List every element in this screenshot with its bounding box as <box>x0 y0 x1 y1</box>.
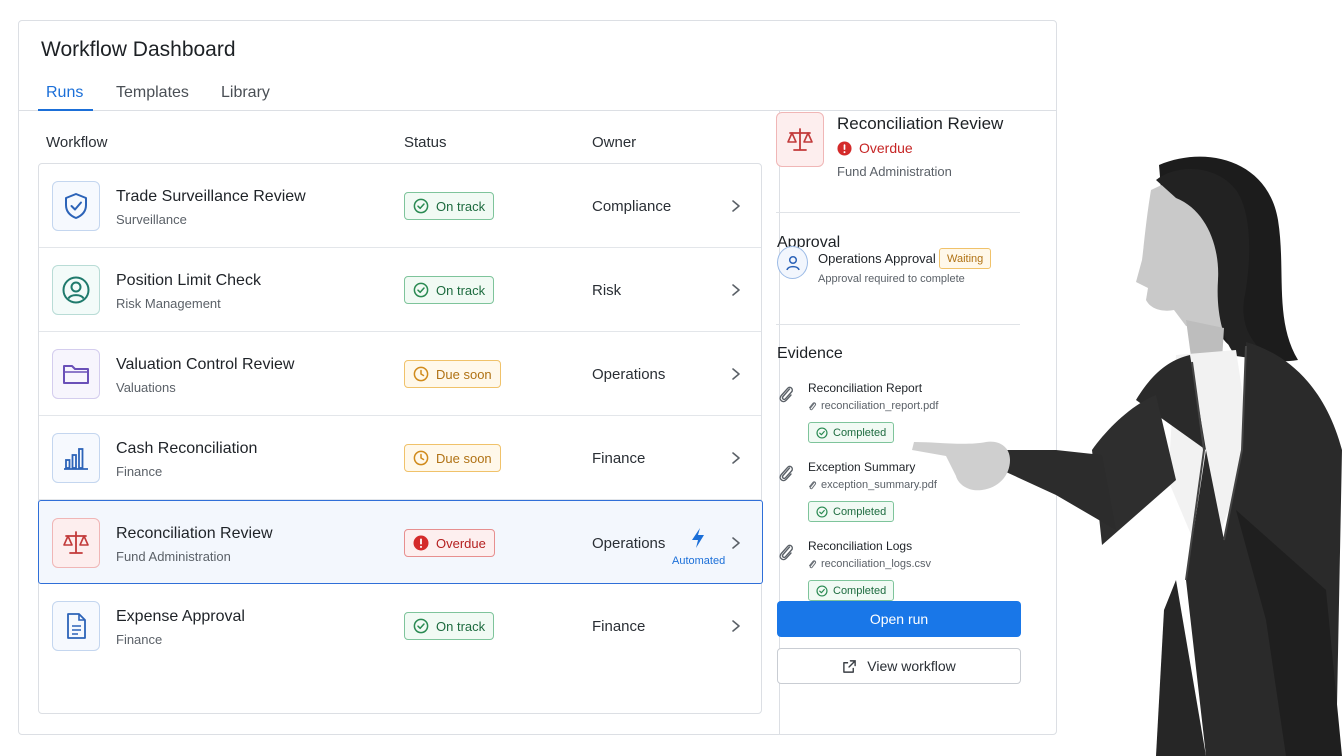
status-label: On track <box>436 282 486 298</box>
table-row[interactable]: Position Limit Check Risk Management On … <box>39 248 761 332</box>
user-icon <box>777 246 808 279</box>
completed-badge: Completed <box>808 422 895 443</box>
workflow-name: Reconciliation Review <box>116 525 273 542</box>
table-row-selected[interactable]: Reconciliation Review Fund Administratio… <box>38 500 763 584</box>
status-label: Due soon <box>436 450 492 466</box>
document-icon <box>52 601 100 651</box>
owner-label: Finance <box>592 450 646 467</box>
column-header-owner: Owner <box>592 134 637 151</box>
detail-status-label: Overdue <box>859 140 913 156</box>
table-row[interactable]: Cash Reconciliation Finance Due soon Fin… <box>39 416 761 500</box>
detail-status: Overdue <box>837 140 913 156</box>
completed-label: Completed <box>833 584 887 597</box>
check-circle-icon <box>413 198 429 214</box>
workflow-name: Expense Approval <box>116 608 245 625</box>
paperclip-icon <box>809 402 817 411</box>
workflow-list: Trade Surveillance Review Surveillance O… <box>38 163 763 714</box>
workflow-name: Position Limit Check <box>116 272 261 289</box>
table-row[interactable]: Expense Approval Finance On track Financ… <box>39 584 761 668</box>
chevron-right-icon[interactable] <box>729 446 743 470</box>
column-header-workflow: Workflow <box>46 134 108 151</box>
workflow-category: Surveillance <box>116 212 187 227</box>
detail-title: Reconciliation Review <box>837 114 1004 133</box>
owner-label: Operations <box>592 535 666 552</box>
table-row[interactable]: Trade Surveillance Review Surveillance O… <box>39 164 761 248</box>
status-badge: On track <box>404 192 495 220</box>
check-circle-icon <box>816 505 828 518</box>
paperclip-icon <box>809 560 817 569</box>
evidence-name: Reconciliation Logs <box>808 539 913 553</box>
column-header-status: Status <box>404 134 447 151</box>
presenter-person-image <box>912 156 1342 756</box>
status-label: On track <box>436 198 486 214</box>
evidence-name: Exception Summary <box>808 460 916 474</box>
workflow-name: Valuation Control Review <box>116 356 295 373</box>
evidence-name: Reconciliation Report <box>808 381 923 395</box>
workflow-category: Finance <box>116 464 163 479</box>
check-circle-icon <box>413 618 429 634</box>
status-label: Due soon <box>436 366 492 382</box>
workflow-category: Fund Administration <box>116 549 231 564</box>
page-title: Workflow Dashboard <box>41 38 236 61</box>
automated-tag: Automated <box>672 527 726 567</box>
bar-chart-icon <box>52 433 100 483</box>
table-row[interactable]: Valuation Control Review Valuations Due … <box>39 332 761 416</box>
paperclip-icon <box>779 544 794 561</box>
scale-icon <box>776 112 824 167</box>
workflow-name: Cash Reconciliation <box>116 440 258 457</box>
automated-label: Automated <box>672 555 726 567</box>
alert-circle-icon <box>413 535 429 551</box>
chevron-right-icon[interactable] <box>729 531 743 555</box>
completed-badge: Completed <box>808 580 895 601</box>
workflow-category: Valuations <box>116 380 176 395</box>
chevron-right-icon[interactable] <box>729 614 743 638</box>
status-badge: Due soon <box>404 360 501 388</box>
shield-check-icon <box>52 181 100 231</box>
clock-icon <box>413 450 429 466</box>
status-label: On track <box>436 618 486 634</box>
status-badge: Due soon <box>404 444 501 472</box>
external-link-icon <box>843 659 857 673</box>
check-circle-icon <box>816 426 828 439</box>
workflow-category: Finance <box>116 632 163 647</box>
tab-library[interactable]: Library <box>213 84 278 111</box>
paperclip-icon <box>779 465 794 482</box>
clock-icon <box>413 366 429 382</box>
completed-label: Completed <box>833 426 887 439</box>
status-badge: Overdue <box>404 529 495 557</box>
owner-label: Operations <box>592 366 666 383</box>
owner-label: Risk <box>592 282 622 299</box>
workflow-name: Trade Surveillance Review <box>116 188 306 205</box>
tab-runs[interactable]: Runs <box>38 84 93 111</box>
completed-label: Completed <box>833 505 887 518</box>
chevron-right-icon[interactable] <box>729 194 743 218</box>
paperclip-icon <box>809 481 817 490</box>
completed-badge: Completed <box>808 501 895 522</box>
lightning-icon <box>692 528 704 548</box>
chevron-right-icon[interactable] <box>729 362 743 386</box>
tab-bar: Runs Templates Library <box>19 77 1056 111</box>
check-circle-icon <box>816 584 828 597</box>
tab-templates[interactable]: Templates <box>108 84 197 111</box>
alert-circle-icon <box>837 140 852 156</box>
status-label: Overdue <box>436 535 486 551</box>
workflow-category: Risk Management <box>116 296 221 311</box>
owner-label: Compliance <box>592 198 672 215</box>
evidence-heading: Evidence <box>777 345 843 362</box>
user-circle-icon <box>52 265 100 315</box>
check-circle-icon <box>413 282 429 298</box>
status-badge: On track <box>404 612 495 640</box>
owner-label: Finance <box>592 618 646 635</box>
status-badge: On track <box>404 276 495 304</box>
scale-icon <box>52 518 100 568</box>
folder-icon <box>52 349 100 399</box>
chevron-right-icon[interactable] <box>729 278 743 302</box>
paperclip-icon <box>779 386 794 403</box>
